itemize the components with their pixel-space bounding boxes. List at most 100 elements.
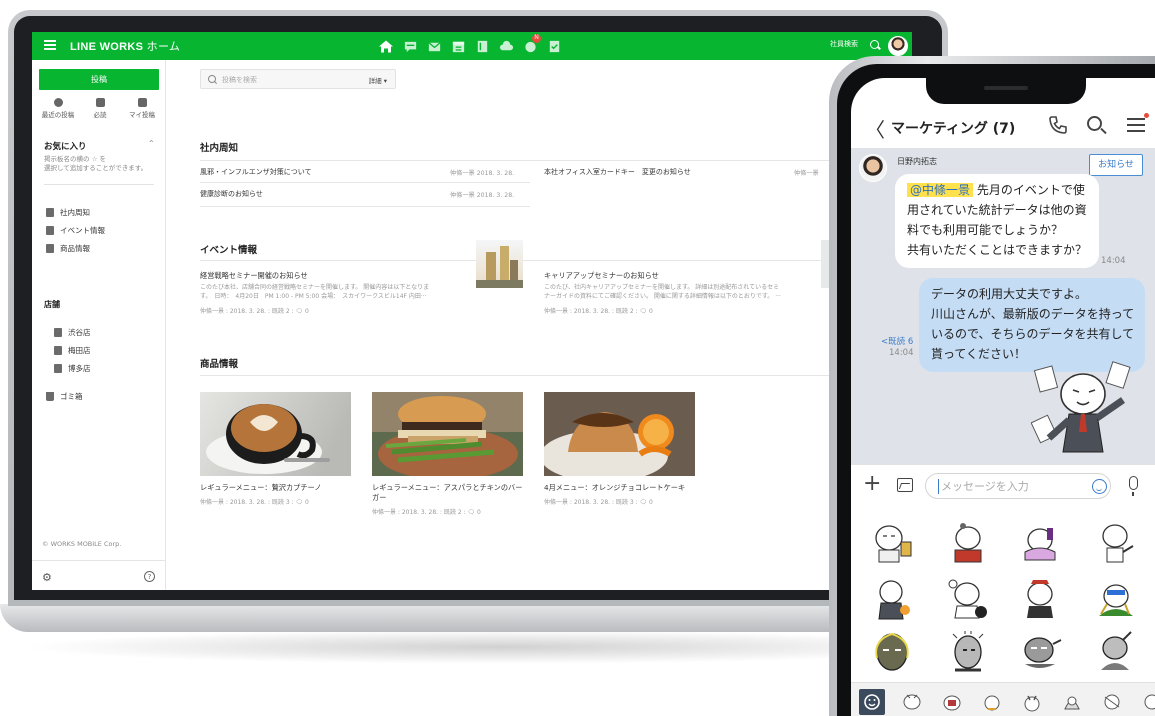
sidebar-item-umeda[interactable]: 梅田店	[54, 345, 91, 356]
sidebar-item-shibuya[interactable]: 渋谷店	[54, 327, 91, 338]
sidebar-item-label: 社内周知	[60, 208, 90, 217]
menu-icon[interactable]	[44, 40, 56, 50]
section-title-notice[interactable]: 社内周知	[200, 140, 238, 154]
sticker[interactable]	[945, 576, 991, 622]
plus-icon[interactable]: +	[863, 473, 881, 495]
search-icon[interactable]	[870, 40, 879, 49]
message-line: @中條一景 先月のイベントで使	[907, 180, 1089, 200]
quick-link-must-read[interactable]: 必読	[80, 98, 120, 119]
back-icon[interactable]: 〈	[865, 114, 885, 143]
section-title-events[interactable]: イベント情報	[200, 242, 257, 256]
event-body-line: ナーガイドの資料にてご確認ください。 開催に関する詳細情報は以下のとおりです。 …	[544, 293, 781, 300]
divider	[200, 375, 900, 376]
sidebar-item-trash[interactable]: ゴミ箱	[46, 391, 83, 402]
sidebar-item-events[interactable]: イベント情報	[46, 225, 105, 236]
copyright: © WORKS MOBILE Corp.	[42, 540, 122, 548]
marketing-composite: LINE WORKS ホーム N 社員検索 投稿 最近の投稿 必読 マイ投稿 お…	[0, 0, 1155, 716]
event-thumbnail[interactable]	[476, 240, 523, 288]
notification-badge: N	[532, 34, 541, 43]
favorites-description: 掲示板名の横の ☆ を 選択して追加することができます。	[44, 155, 159, 173]
event-item-title[interactable]: キャリアアップセミナーのお知らせ	[544, 271, 659, 281]
top-bar: LINE WORKS ホーム N 社員検索	[32, 32, 912, 60]
message-input-bar: +	[851, 464, 1155, 506]
home-icon[interactable]	[378, 38, 394, 54]
mention[interactable]: @中條一景	[907, 183, 974, 197]
sticker[interactable]	[869, 630, 915, 676]
product-name[interactable]: 4月メニュー：オレンジチョコレートケーキ	[544, 483, 699, 493]
sidebar-item-products[interactable]: 商品情報	[46, 243, 90, 254]
employee-search-label[interactable]: 社員検索	[830, 39, 858, 49]
section-title-products[interactable]: 商品情報	[200, 356, 238, 370]
phone-notch	[926, 78, 1086, 104]
user-avatar[interactable]	[888, 36, 908, 56]
notice-button[interactable]: お知らせ	[1089, 154, 1143, 176]
sticker-tab[interactable]	[1099, 689, 1125, 715]
message-icon[interactable]	[402, 38, 418, 54]
product-image-cake[interactable]	[544, 392, 695, 476]
sticker[interactable]	[1017, 520, 1063, 566]
store-group-title[interactable]: 店舗	[44, 299, 60, 310]
quick-link-my-posts[interactable]: マイ投稿	[122, 98, 162, 119]
phone-call-icon[interactable]	[1047, 114, 1069, 136]
page-name: ホーム	[146, 41, 181, 53]
image-icon[interactable]	[897, 478, 913, 492]
sticker[interactable]	[1093, 630, 1139, 676]
product-name[interactable]: レギュラーメニュー：贅沢カプチーノ	[200, 483, 355, 493]
sticker[interactable]	[1017, 576, 1063, 622]
address-book-icon[interactable]	[474, 38, 490, 54]
sticker-picker	[851, 506, 1155, 682]
sticker[interactable]	[945, 630, 991, 676]
mail-icon[interactable]	[426, 38, 442, 54]
sticker-tab[interactable]	[1059, 689, 1085, 715]
product-image-burger[interactable]	[372, 392, 523, 476]
product-name[interactable]: レギュラーメニュー：アスパラとチキンのバーガー	[372, 483, 527, 503]
notice-item-title[interactable]: 本社オフィス入室カードキー 変更のお知らせ	[544, 167, 691, 177]
sticker[interactable]	[945, 520, 991, 566]
sticker-tab-emoji[interactable]	[859, 689, 885, 715]
sender-avatar[interactable]	[859, 154, 887, 182]
notice-item-title[interactable]: 健康診断のお知らせ	[200, 189, 263, 199]
app-brand[interactable]: LINE WORKS ホーム	[70, 38, 180, 54]
menu-icon[interactable]	[1127, 118, 1145, 132]
emoji-icon[interactable]	[1092, 479, 1107, 494]
event-thumbnail[interactable]	[821, 240, 829, 288]
sticker[interactable]	[869, 576, 915, 622]
board-icon	[46, 244, 54, 253]
form-icon[interactable]	[546, 38, 562, 54]
post-search-input[interactable]	[222, 74, 342, 86]
calendar-icon[interactable]	[450, 38, 466, 54]
sticker[interactable]	[1093, 576, 1139, 622]
outgoing-message[interactable]: データの利用大丈夫ですよ。 川山さんが、最新版のデータを持って いるので、そちら…	[919, 278, 1145, 372]
sticker[interactable]	[1017, 630, 1063, 676]
sticker[interactable]	[869, 520, 915, 566]
chat-area[interactable]: 日野内拓志 お知らせ @中條一景 先月のイベントで使 用されていた統計データは他…	[851, 148, 1155, 464]
sticker[interactable]	[1093, 520, 1139, 566]
quick-link-recent[interactable]: 最近の投稿	[38, 98, 78, 119]
sticker-tab[interactable]	[979, 689, 1005, 715]
chevron-up-icon[interactable]: ⌃	[148, 139, 155, 148]
message-line: 共有いただくことはできますか？	[907, 243, 1088, 257]
sticker-tab[interactable]	[939, 689, 965, 715]
sidebar-item-hakata[interactable]: 博多店	[54, 363, 91, 374]
smartphone: 〈 マーケティング (7) 日野内拓志 お知らせ @中條一景 先月のイベントで使	[829, 56, 1155, 716]
sticker-tab[interactable]	[1139, 689, 1155, 715]
sticker-tab[interactable]	[1019, 689, 1045, 715]
message-line: 料でも利用可能でしょうか？	[907, 223, 1064, 237]
product-image-cappuccino[interactable]	[200, 392, 351, 476]
notice-item-title[interactable]: 風邪・インフルエンザ対策について	[200, 167, 312, 177]
sticker-tab[interactable]	[899, 689, 925, 715]
incoming-message[interactable]: @中條一景 先月のイベントで使 用されていた統計データは他の資 料でも利用可能で…	[895, 174, 1099, 268]
microphone-icon[interactable]	[1129, 476, 1138, 496]
drive-icon[interactable]	[498, 38, 514, 54]
post-button[interactable]: 投稿	[39, 69, 159, 90]
sent-sticker[interactable]	[1030, 360, 1143, 460]
message-input[interactable]	[938, 479, 1078, 494]
help-icon[interactable]: ?	[144, 571, 155, 582]
search-detail-dropdown[interactable]: 詳細 ▾	[369, 75, 387, 85]
sidebar-item-notice[interactable]: 社内周知	[46, 207, 90, 218]
event-item-title[interactable]: 経営戦略セミナー開催のお知らせ	[200, 271, 308, 281]
search-icon[interactable]	[1087, 116, 1102, 131]
read-receipt[interactable]: <既読 6	[881, 337, 913, 348]
board-icon[interactable]: N	[522, 34, 541, 54]
gear-icon[interactable]: ⚙	[42, 571, 52, 584]
